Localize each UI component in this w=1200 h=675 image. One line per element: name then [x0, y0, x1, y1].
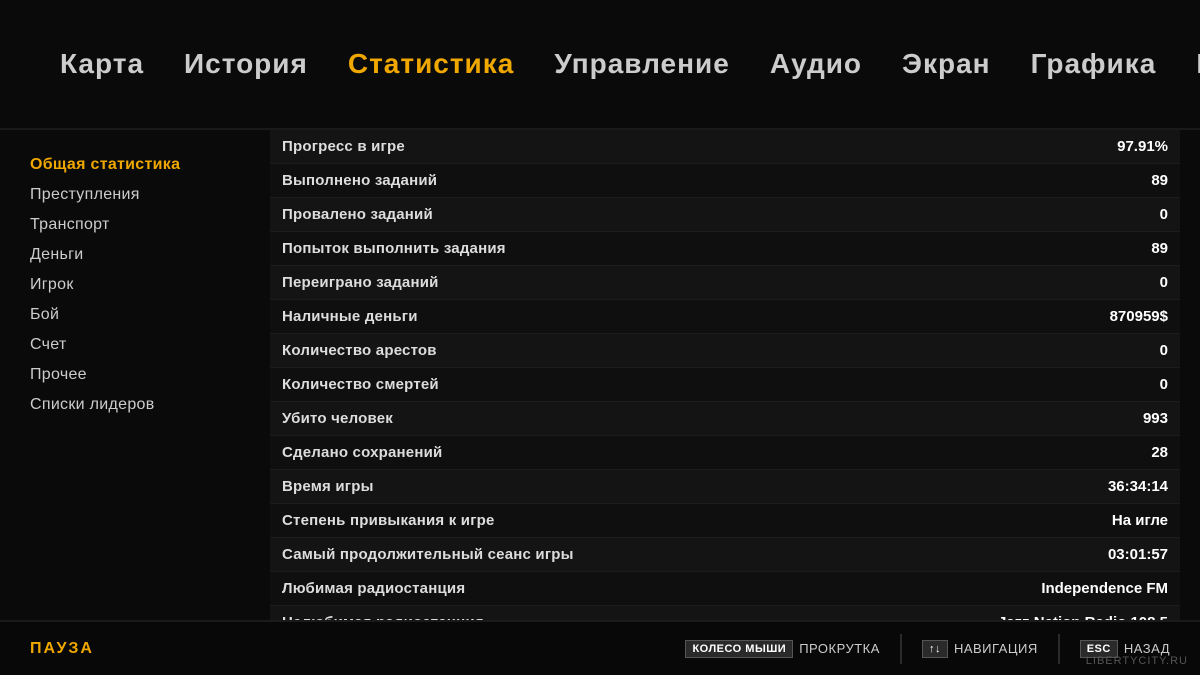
hint-action-label: НАЗАД	[1124, 641, 1170, 656]
sidebar-item-general[interactable]: Общая статистика	[30, 150, 240, 180]
bottom-hint-0: КОЛЕСО МЫШИ ПРОКРУТКА	[685, 640, 879, 658]
table-row: Прогресс в игре 97.91%	[270, 130, 1180, 164]
table-row: Самый продолжительный сеанс игры 03:01:57	[270, 538, 1180, 572]
stat-label: Убито человек	[282, 410, 393, 427]
stat-value: 0	[988, 274, 1168, 291]
stat-value: 97.91%	[988, 138, 1168, 155]
stat-label: Количество арестов	[282, 342, 437, 359]
stat-value: 0	[988, 206, 1168, 223]
hint-action-label: ПРОКРУТКА	[799, 641, 880, 656]
bottom-bar: ПАУЗА КОЛЕСО МЫШИПРОКРУТКА↑↓НАВИГАЦИЯESC…	[0, 620, 1200, 675]
stat-label: Нелюбимая радиостанция	[282, 614, 484, 620]
sidebar-item-money[interactable]: Деньги	[30, 240, 240, 270]
nav-item-screen[interactable]: Экран	[902, 48, 991, 80]
stat-value: 993	[988, 410, 1168, 427]
sidebar-item-player[interactable]: Игрок	[30, 270, 240, 300]
stat-value: 89	[988, 240, 1168, 257]
nav-item-statistics[interactable]: Статистика	[348, 48, 515, 80]
stat-label: Время игры	[282, 478, 374, 495]
table-row: Попыток выполнить задания 89	[270, 232, 1180, 266]
stat-label: Выполнено заданий	[282, 172, 437, 189]
stat-label: Прогресс в игре	[282, 138, 405, 155]
nav-item-map[interactable]: Карта	[60, 48, 144, 80]
sidebar-item-fight[interactable]: Бой	[30, 300, 240, 330]
table-row: Степень привыкания к игре На игле	[270, 504, 1180, 538]
main-content: Общая статистикаПреступленияТранспортДен…	[0, 130, 1200, 620]
stat-label: Переиграно заданий	[282, 274, 439, 291]
stat-label: Количество смертей	[282, 376, 439, 393]
stat-value: Jazz Nation Radio 108.5	[988, 614, 1168, 620]
sidebar-item-leaderboards[interactable]: Списки лидеров	[30, 390, 240, 420]
stat-value: 03:01:57	[988, 546, 1168, 563]
table-row: Переиграно заданий 0	[270, 266, 1180, 300]
key-badge: КОЛЕСО МЫШИ	[685, 640, 793, 658]
stat-value: 0	[988, 376, 1168, 393]
stat-label: Любимая радиостанция	[282, 580, 465, 597]
stat-label: Попыток выполнить задания	[282, 240, 506, 257]
watermark: LIBERTYCITY.RU	[1086, 655, 1188, 667]
table-row: Выполнено заданий 89	[270, 164, 1180, 198]
table-row: Наличные деньги 870959$	[270, 300, 1180, 334]
nav-item-graphics[interactable]: Графика	[1031, 48, 1157, 80]
table-row: Убито человек 993	[270, 402, 1180, 436]
table-row: Нелюбимая радиостанция Jazz Nation Radio …	[270, 606, 1180, 620]
stat-value: 0	[988, 342, 1168, 359]
table-row: Количество арестов 0	[270, 334, 1180, 368]
nav-item-history[interactable]: История	[184, 48, 308, 80]
bottom-hint-1: ↑↓ НАВИГАЦИЯ	[922, 640, 1038, 658]
nav-item-game[interactable]: Игра	[1196, 48, 1200, 80]
stat-label: Самый продолжительный сеанс игры	[282, 546, 574, 563]
top-navigation: Карта История Статистика Управление Аудио Экр…	[0, 0, 1200, 130]
stat-value: 89	[988, 172, 1168, 189]
table-row: Время игры 36:34:14	[270, 470, 1180, 504]
table-row: Любимая радиостанция Independence FM	[270, 572, 1180, 606]
stat-value: 36:34:14	[988, 478, 1168, 495]
sidebar-item-crimes[interactable]: Преступления	[30, 180, 240, 210]
stat-label: Степень привыкания к игре	[282, 512, 495, 529]
sidebar-item-other[interactable]: Прочее	[30, 360, 240, 390]
stats-area[interactable]: Прогресс в игре 97.91% Выполнено заданий 89…	[270, 130, 1200, 620]
stat-value: Independence FM	[988, 580, 1168, 597]
table-row: Провалено заданий 0	[270, 198, 1180, 232]
pause-label: ПАУЗА	[30, 640, 94, 658]
hint-action-label: НАВИГАЦИЯ	[954, 641, 1038, 656]
nav-item-audio[interactable]: Аудио	[770, 48, 862, 80]
stat-value: 870959$	[988, 308, 1168, 325]
sidebar-item-score[interactable]: Счет	[30, 330, 240, 360]
key-badge: ↑↓	[922, 640, 948, 658]
table-row: Сделано сохранений 28	[270, 436, 1180, 470]
table-row: Количество смертей 0	[270, 368, 1180, 402]
stat-label: Наличные деньги	[282, 308, 418, 325]
stat-label: Сделано сохранений	[282, 444, 442, 461]
sidebar-item-transport[interactable]: Транспорт	[30, 210, 240, 240]
vertical-divider	[1058, 634, 1060, 664]
stat-value: 28	[988, 444, 1168, 461]
sidebar: Общая статистикаПреступленияТранспортДен…	[0, 130, 270, 620]
nav-item-controls[interactable]: Управление	[554, 48, 729, 80]
vertical-divider	[900, 634, 902, 664]
stat-label: Провалено заданий	[282, 206, 433, 223]
stat-value: На игле	[988, 512, 1168, 529]
